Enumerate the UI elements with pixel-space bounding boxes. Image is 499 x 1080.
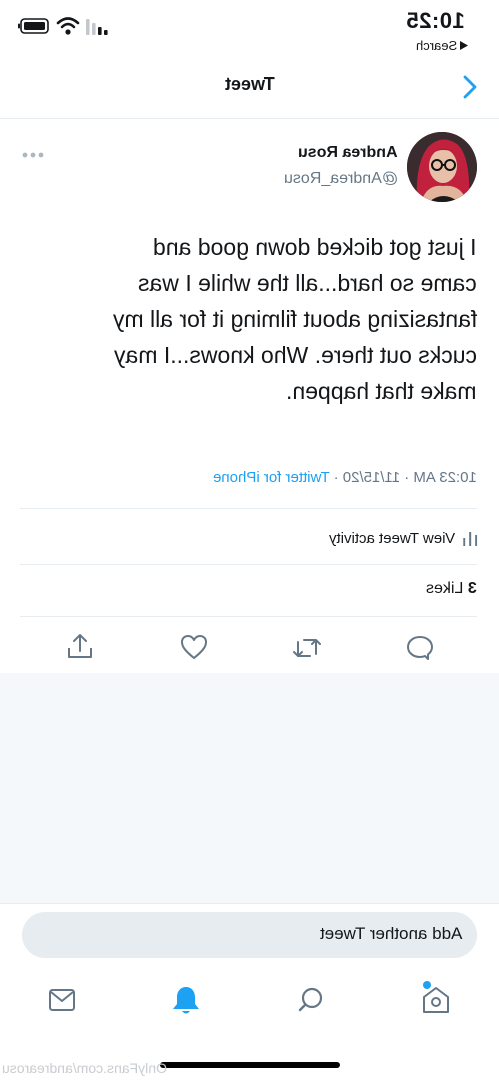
like-icon[interactable] — [180, 634, 208, 660]
search-icon[interactable] — [297, 986, 325, 1014]
tweet-date: 11/15/20 — [342, 469, 401, 486]
wifi-icon — [56, 16, 80, 36]
home-indicator[interactable] — [160, 1062, 340, 1068]
add-another-tweet-input[interactable]: Add another Tweet — [22, 912, 477, 958]
tweet-text: I just got dicked down good and came so … — [20, 230, 477, 410]
battery-icon — [18, 18, 50, 34]
nav-bar: Tweet — [0, 60, 499, 119]
tweet-text-line: fantasizing about filming it for all my — [112, 306, 477, 332]
reply-icon[interactable] — [406, 634, 434, 662]
divider — [20, 508, 477, 509]
empty-replies-area — [0, 673, 499, 903]
tweet-text-line: cucks out there. Who knows...I may — [113, 342, 477, 368]
chevron-back-icon[interactable] — [463, 75, 477, 99]
back-to-app[interactable]: Search — [416, 38, 486, 53]
share-icon[interactable] — [66, 632, 94, 660]
cellular-signal-icon — [86, 19, 108, 35]
tweet-source-link[interactable]: Twitter for iPhone — [213, 469, 330, 486]
tweet-meta: 10:23 AM · 11/15/20 · Twitter for iPhone — [20, 469, 477, 487]
more-dots-icon[interactable] — [22, 152, 44, 158]
tweet-text-line: make that happen. — [286, 378, 477, 404]
view-tweet-activity-button[interactable]: View Tweet activity — [20, 522, 477, 554]
home-icon[interactable] — [420, 980, 452, 1016]
page-title: Tweet — [224, 74, 275, 94]
avatar[interactable] — [407, 132, 477, 202]
notifications-bell-icon[interactable] — [171, 984, 201, 1016]
tweet-time: 10:23 AM — [413, 469, 477, 486]
meta-separator: · — [404, 469, 410, 486]
triangle-left-icon — [460, 41, 469, 50]
likes-row[interactable]: 3 Likes — [20, 580, 477, 598]
status-time: 10:25 — [405, 8, 465, 33]
messages-mail-icon[interactable] — [48, 988, 76, 1012]
tweet-text-line: I just got dicked down good and — [153, 234, 477, 260]
tweet-text-line: came so hard...all the while I was — [138, 270, 477, 296]
likes-count: 3 — [468, 580, 477, 597]
tweet-detail: Andrea Rosu @Andrea_Rosu I just got dick… — [0, 118, 499, 673]
back-app-label: Search — [416, 38, 458, 53]
status-bar: 10:25 Search — [0, 0, 499, 60]
author-name[interactable]: Andrea Rosu — [298, 144, 398, 162]
bar-chart-icon — [463, 530, 477, 546]
meta-separator: · — [333, 469, 339, 486]
likes-label: Likes — [426, 580, 464, 597]
watermark: OnlyFans.com/andrearosu — [2, 1060, 167, 1076]
author-handle[interactable]: @Andrea_Rosu — [284, 170, 398, 188]
retweet-icon[interactable] — [292, 636, 322, 660]
view-activity-label: View Tweet activity — [328, 529, 455, 547]
divider — [20, 616, 477, 617]
divider — [20, 564, 477, 565]
compose-placeholder: Add another Tweet — [319, 924, 462, 943]
